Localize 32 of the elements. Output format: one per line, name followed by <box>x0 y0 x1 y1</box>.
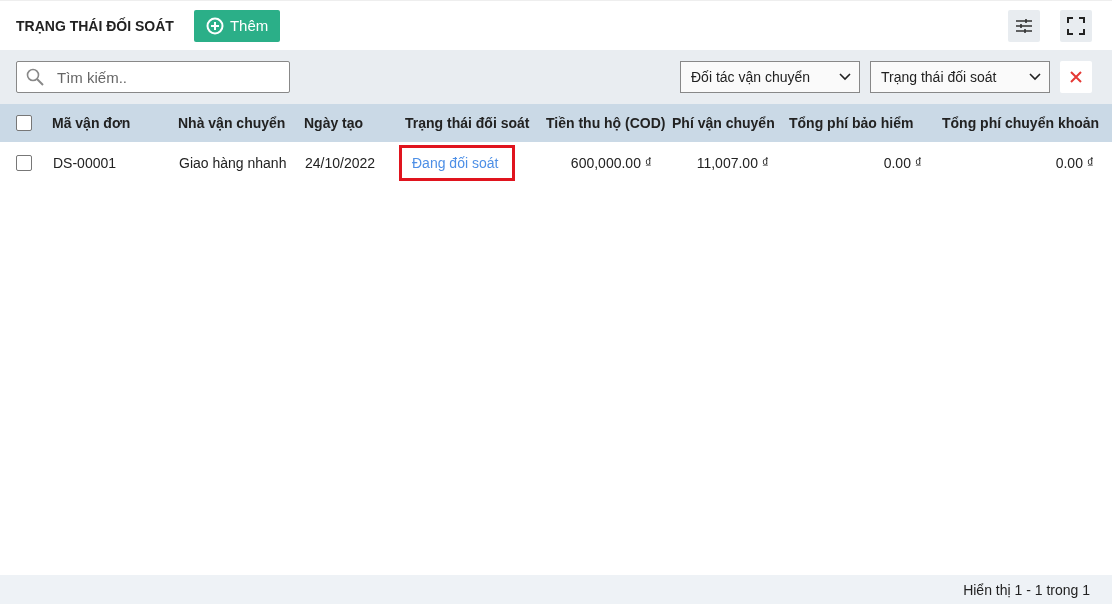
column-header: Tổng phí chuyển khoản <box>941 115 1101 131</box>
chevron-down-icon <box>1029 73 1041 81</box>
column-header: Mã vận đơn <box>51 115 132 131</box>
select-all-checkbox[interactable] <box>16 115 32 131</box>
column-header: Phí vận chuyển <box>671 115 776 131</box>
sliders-icon <box>1016 18 1032 33</box>
clear-filter-button[interactable] <box>1060 61 1092 93</box>
fullscreen-icon <box>1067 16 1085 35</box>
filter-dropdown[interactable]: Đối tác vận chuyển <box>680 61 860 93</box>
column-header: Trạng thái đối soát <box>404 115 531 131</box>
search-icon <box>26 68 44 86</box>
column-header: Ngày tạo <box>303 115 365 131</box>
close-icon <box>1070 71 1082 83</box>
table-cell-text: 24/10/2022 <box>304 154 377 171</box>
pagination-info: Hiển thị 1 - 1 trong 1 <box>963 581 1090 598</box>
table-cell-text: 0.00 ₫ <box>882 154 923 171</box>
table-cell-text: DS-00001 <box>52 154 118 171</box>
page-title: TRẠNG THÁI ĐỐI SOÁT <box>16 17 174 34</box>
column-header: Tiền thu hộ (COD) <box>545 115 664 131</box>
table-cell-text: Giao hàng nhanh <box>178 154 288 171</box>
chevron-down-icon <box>839 73 851 81</box>
search-field[interactable]: Tìm kiếm.. <box>16 61 290 93</box>
table-cell-text: 0.00 ₫ <box>1054 154 1095 171</box>
row-checkbox[interactable] <box>16 154 32 171</box>
plus-circle-icon <box>205 16 224 35</box>
column-header: Nhà vận chuyển <box>177 115 287 131</box>
column-header: Tổng phí bảo hiểm <box>788 115 915 131</box>
settings-button[interactable] <box>1008 9 1040 42</box>
filter-dropdown[interactable]: Trạng thái đối soát <box>870 61 1050 93</box>
fullscreen-button[interactable] <box>1060 9 1092 42</box>
table-cell-text: 600,000.00 ₫ <box>569 154 653 171</box>
table-cell-text: 11,007.00 ₫ <box>695 154 770 171</box>
